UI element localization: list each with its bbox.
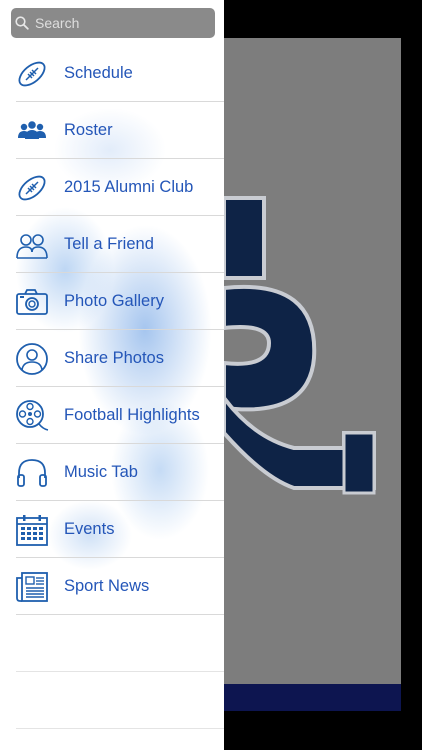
football-icon: [15, 57, 49, 91]
headphones-icon: [15, 456, 49, 490]
user-profile-icon: [15, 342, 49, 376]
menu-item-label: 2015 Alumni Club: [64, 178, 194, 196]
camera-icon: [15, 285, 49, 319]
menu-item-sport-news[interactable]: Sport News: [0, 558, 224, 615]
calendar-icon: [15, 513, 49, 547]
search-icon: [15, 15, 31, 31]
menu-item-football-highlights[interactable]: Football Highlights: [0, 387, 224, 444]
menu-item-label: Share Photos: [64, 349, 164, 367]
menu-item-events[interactable]: Events: [0, 501, 224, 558]
menu-item-label: Roster: [64, 121, 113, 139]
menu-item-schedule[interactable]: Schedule: [0, 45, 224, 102]
football-icon: [15, 171, 49, 205]
menu-item-roster[interactable]: Roster: [0, 102, 224, 159]
search-bar[interactable]: [11, 8, 215, 38]
menu-item-label: Football Highlights: [64, 406, 200, 424]
background-content: [224, 38, 401, 711]
menu-item-share-photos[interactable]: Share Photos: [0, 330, 224, 387]
friends-icon: [15, 228, 49, 262]
menu-item-alumni-club[interactable]: 2015 Alumni Club: [0, 159, 224, 216]
menu-item-label: Photo Gallery: [64, 292, 164, 310]
menu-list: Schedule Roster 2015 Alumni Club Tell a …: [0, 45, 224, 729]
menu-item-photo-gallery[interactable]: Photo Gallery: [0, 273, 224, 330]
side-drawer: Schedule Roster: [0, 0, 224, 750]
team-logo: [224, 196, 376, 495]
search-input[interactable]: [31, 15, 205, 31]
empty-row: [0, 672, 224, 729]
menu-item-tell-a-friend[interactable]: Tell a Friend: [0, 216, 224, 273]
bottom-bar: [224, 684, 401, 711]
menu-item-label: Schedule: [64, 64, 133, 82]
menu-item-label: Music Tab: [64, 463, 138, 481]
menu-item-label: Tell a Friend: [64, 235, 154, 253]
menu-item-label: Events: [64, 520, 115, 538]
menu-item-label: Sport News: [64, 577, 150, 595]
menu-item-music-tab[interactable]: Music Tab: [0, 444, 224, 501]
newspaper-icon: [15, 570, 49, 604]
film-reel-icon: [15, 399, 49, 433]
team-icon: [15, 114, 49, 148]
empty-row: [0, 615, 224, 672]
